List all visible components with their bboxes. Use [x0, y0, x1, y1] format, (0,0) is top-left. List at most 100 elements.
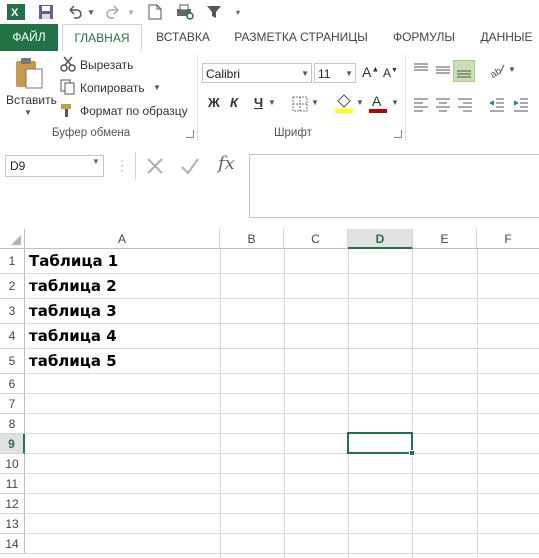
column-header-c[interactable]: C: [284, 229, 348, 249]
grid-line: [348, 249, 349, 558]
row-header-13[interactable]: 13: [0, 514, 25, 534]
bold-button[interactable]: Ж: [208, 95, 220, 110]
font-name-select[interactable]: Calibri ▼: [202, 63, 312, 83]
align-top-icon[interactable]: [412, 61, 430, 79]
font-launcher-icon[interactable]: [394, 130, 402, 138]
shrink-font-label: A: [383, 66, 392, 80]
font-name-dropdown-icon[interactable]: ▼: [301, 64, 309, 84]
column-header-e[interactable]: E: [413, 229, 477, 249]
orientation-icon[interactable]: ab: [488, 61, 506, 81]
format-painter-button[interactable]: Формат по образцу: [80, 104, 188, 118]
cell-a5[interactable]: таблица 5: [29, 352, 117, 370]
align-left-icon[interactable]: [412, 95, 430, 113]
print-preview-icon[interactable]: [174, 2, 196, 22]
select-all-button[interactable]: [0, 229, 25, 249]
row-header-7[interactable]: 7: [0, 394, 25, 414]
font-color-dropdown-icon[interactable]: ▼: [391, 98, 399, 107]
grid-line: [25, 553, 539, 554]
column-header-b[interactable]: B: [220, 229, 284, 249]
grow-font-label: A: [362, 64, 372, 80]
font-group-label: Шрифт: [274, 127, 312, 139]
cancel-icon[interactable]: [146, 157, 164, 175]
formula-input[interactable]: [249, 154, 539, 218]
ribbon-home: Вставить ▼ Вырезать Копировать ▼ Формат …: [0, 51, 539, 147]
excel-logo-icon: X: [6, 2, 26, 22]
row-header-10[interactable]: 10: [0, 454, 25, 474]
row-header-8[interactable]: 8: [0, 414, 25, 434]
undo-dropdown-icon[interactable]: ▼: [86, 2, 96, 22]
paste-button[interactable]: Вставить: [6, 93, 57, 107]
save-icon[interactable]: [36, 2, 56, 22]
cell-a3[interactable]: таблица 3: [29, 302, 117, 320]
column-header-f[interactable]: F: [477, 229, 539, 249]
font-color-swatch: [369, 109, 387, 113]
font-size-select[interactable]: 11 ▼: [314, 63, 356, 83]
borders-dropdown-icon[interactable]: ▼: [311, 98, 319, 107]
underline-button[interactable]: Ч: [254, 95, 263, 110]
italic-button[interactable]: К: [230, 95, 238, 110]
row-header-14[interactable]: 14: [0, 534, 25, 554]
grow-font-button[interactable]: A▲: [362, 64, 379, 80]
format-painter-icon: [60, 102, 76, 118]
enter-icon[interactable]: [180, 157, 200, 175]
tab-data[interactable]: ДАННЫЕ: [474, 24, 539, 51]
copy-button[interactable]: Копировать: [80, 81, 145, 95]
cut-icon: [60, 56, 76, 72]
worksheet-grid[interactable]: A B C D E F 1 2 3 4 5 6 7 8 9 10 11 12 1…: [0, 229, 539, 558]
align-right-icon[interactable]: [456, 95, 474, 113]
clipboard-launcher-icon[interactable]: [186, 130, 194, 138]
name-box[interactable]: D9: [5, 155, 104, 177]
customize-qat-icon[interactable]: ▾: [232, 2, 244, 22]
paste-icon[interactable]: [14, 57, 44, 89]
align-bottom-icon[interactable]: [453, 60, 475, 82]
cell-a4[interactable]: таблица 4: [29, 327, 117, 345]
row-header-11[interactable]: 11: [0, 474, 25, 494]
font-size-value: 11: [318, 67, 331, 81]
grid-line: [25, 323, 539, 324]
row-header-4[interactable]: 4: [0, 324, 25, 349]
borders-icon[interactable]: [292, 96, 308, 112]
increase-indent-icon[interactable]: [512, 95, 530, 113]
align-center-icon[interactable]: [434, 95, 452, 113]
cell-a2[interactable]: таблица 2: [29, 277, 117, 295]
tab-home[interactable]: ГЛАВНАЯ: [62, 24, 142, 51]
grid-line: [25, 413, 539, 414]
column-header-a[interactable]: A: [25, 229, 220, 249]
undo-icon[interactable]: [64, 2, 84, 22]
tab-file[interactable]: ФАЙЛ: [0, 24, 58, 51]
svg-text:ab: ab: [489, 66, 505, 79]
decrease-indent-icon[interactable]: [488, 95, 506, 113]
copy-dropdown-icon[interactable]: ▼: [153, 83, 161, 92]
row-header-5[interactable]: 5: [0, 349, 25, 374]
insert-function-button[interactable]: fx: [218, 153, 235, 174]
underline-dropdown-icon[interactable]: ▼: [268, 98, 276, 107]
tab-insert[interactable]: ВСТАВКА: [148, 24, 218, 51]
name-box-dropdown-icon[interactable]: ▼: [92, 157, 100, 166]
row-header-1[interactable]: 1: [0, 249, 25, 274]
column-header-d[interactable]: D: [348, 229, 413, 249]
tab-formulas[interactable]: ФОРМУЛЫ: [386, 24, 462, 51]
row-header-9[interactable]: 9: [0, 434, 25, 454]
paste-dropdown-icon[interactable]: ▼: [24, 108, 32, 117]
cut-button[interactable]: Вырезать: [80, 58, 133, 72]
new-document-icon[interactable]: [146, 2, 164, 22]
font-size-dropdown-icon[interactable]: ▼: [345, 64, 353, 84]
active-cell-d9[interactable]: [347, 432, 413, 454]
row-header-12[interactable]: 12: [0, 494, 25, 514]
font-color-icon[interactable]: A: [369, 93, 387, 113]
redo-icon[interactable]: [104, 2, 124, 22]
fill-color-icon[interactable]: [334, 93, 354, 113]
align-middle-icon[interactable]: [434, 61, 452, 79]
tab-page-layout[interactable]: РАЗМЕТКА СТРАНИЦЫ: [228, 24, 374, 51]
svg-text:X: X: [11, 7, 19, 19]
filter-icon[interactable]: [204, 2, 224, 22]
orientation-dropdown-icon[interactable]: ▼: [508, 65, 516, 74]
cell-a1[interactable]: Таблица 1: [29, 252, 118, 270]
row-header-6[interactable]: 6: [0, 374, 25, 394]
shrink-font-button[interactable]: A▼: [383, 66, 398, 80]
row-header-3[interactable]: 3: [0, 299, 25, 324]
fill-color-dropdown-icon[interactable]: ▼: [356, 98, 364, 107]
fill-handle[interactable]: [409, 450, 415, 456]
redo-dropdown-icon[interactable]: ▼: [126, 2, 136, 22]
row-header-2[interactable]: 2: [0, 274, 25, 299]
